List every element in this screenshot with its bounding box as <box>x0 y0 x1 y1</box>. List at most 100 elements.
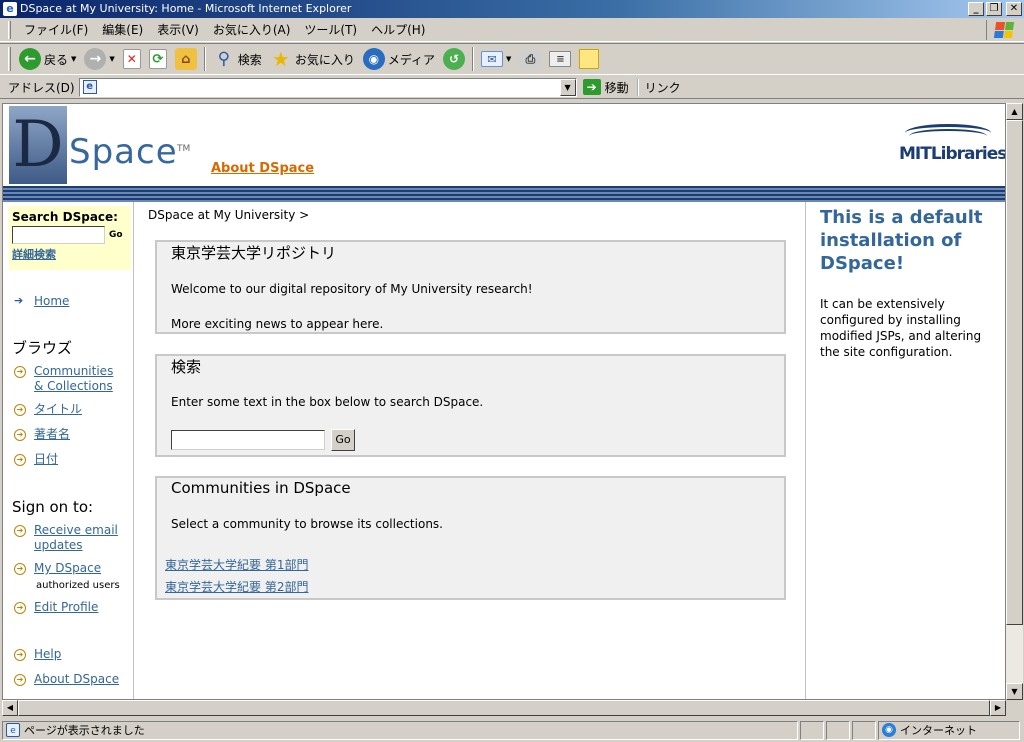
scroll-up-icon[interactable]: ▲ <box>1006 103 1023 120</box>
horizontal-scrollbar[interactable]: ◀ ▶ <box>2 700 1006 716</box>
stop-button[interactable]: ✕ <box>119 45 145 73</box>
page-done-icon: e <box>6 723 20 737</box>
close-button[interactable]: ✕ <box>1006 2 1022 16</box>
date-link[interactable]: 日付 <box>34 452 58 467</box>
vertical-scroll-thumb[interactable] <box>1006 120 1023 625</box>
community-link[interactable]: 東京学芸大学紀要 第2部門 <box>165 578 308 595</box>
home-link[interactable]: Home <box>34 294 69 309</box>
sidebar-item-help[interactable]: ➔ Help <box>14 647 61 662</box>
bullet-arrow-icon: ➔ <box>14 602 26 614</box>
browser-window: e DSpace at My University: Home - Micros… <box>0 0 1024 742</box>
title-bar: e DSpace at My University: Home - Micros… <box>0 0 1024 18</box>
favorites-button[interactable]: ★ お気に入り <box>266 45 359 73</box>
menu-help[interactable]: ヘルプ(H) <box>364 19 432 40</box>
communities-instructions: Select a community to browse its collect… <box>171 517 443 531</box>
forward-button[interactable]: → ▼ <box>80 45 118 73</box>
history-button[interactable]: ↺ <box>439 45 469 73</box>
search-box: 検索 Enter some text in the box below to s… <box>155 354 786 457</box>
sidebar-item-author[interactable]: ➔ 著者名 <box>14 427 70 442</box>
menu-edit[interactable]: 編集(E) <box>95 19 150 40</box>
mail-dropdown-icon[interactable]: ▼ <box>506 55 511 63</box>
maximize-button[interactable]: ❐ <box>986 2 1002 16</box>
communities-link[interactable]: Communities & Collections <box>34 364 124 394</box>
sidebar-item-communities[interactable]: ➔ Communities & Collections <box>14 364 124 394</box>
breadcrumb[interactable]: DSpace at My University > <box>148 208 309 222</box>
status-pane <box>826 720 850 740</box>
edit-profile-link[interactable]: Edit Profile <box>34 600 98 615</box>
address-dropdown-icon[interactable]: ▼ <box>559 78 576 96</box>
back-button[interactable]: ← 戻る ▼ <box>15 45 80 73</box>
dspace-logo-text[interactable]: Space <box>69 132 178 172</box>
header-stripes <box>3 186 1005 202</box>
forward-dropdown-icon[interactable]: ▼ <box>109 55 114 63</box>
main-search-go-button[interactable]: Go <box>331 429 355 451</box>
menu-bar: ファイル(F) 編集(E) 表示(V) お気に入り(A) ツール(T) ヘルプ(… <box>0 18 1024 42</box>
title-link[interactable]: タイトル <box>34 402 82 417</box>
about-dspace-link[interactable]: About DSpace <box>34 672 119 687</box>
menu-favorites[interactable]: お気に入り(A) <box>206 19 298 40</box>
news-title: 東京学芸大学リポジトリ <box>171 244 337 262</box>
search-icon: ⚲ <box>217 49 231 69</box>
address-input[interactable]: e ▼ <box>78 77 577 97</box>
bullet-arrow-icon: ➔ <box>14 454 26 466</box>
communities-title: Communities in DSpace <box>171 479 351 497</box>
address-go-button[interactable]: ➔ 移動 <box>582 79 629 96</box>
address-bar: アドレス(D) e ▼ ➔ 移動 リンク <box>0 76 1024 99</box>
search-button[interactable]: ⚲ 検索 <box>209 45 266 73</box>
note-icon <box>579 49 600 69</box>
scroll-down-icon[interactable]: ▼ <box>1006 683 1023 700</box>
sidebar-go-button[interactable]: Go <box>109 230 123 240</box>
vertical-scrollbar[interactable]: ▲ ▼ <box>1006 103 1023 700</box>
sidebar-item-about[interactable]: ➔ About DSpace <box>14 672 119 687</box>
media-label: メディア <box>387 52 435 67</box>
sidebar-item-home[interactable]: ➔ Home <box>14 294 69 309</box>
horizontal-scroll-thumb[interactable] <box>18 700 990 716</box>
help-link[interactable]: Help <box>34 647 61 662</box>
mail-button[interactable]: ✉ ▼ <box>477 45 515 73</box>
about-dspace-header-link[interactable]: About DSpace <box>211 161 314 176</box>
receive-email-link[interactable]: Receive email updates <box>34 523 126 553</box>
home-button[interactable]: ⌂ <box>171 45 201 73</box>
advanced-search-link[interactable]: 詳細検索 <box>12 246 128 262</box>
menu-file[interactable]: ファイル(F) <box>17 19 95 40</box>
refresh-button[interactable]: ⟳ <box>145 45 171 73</box>
zone-text: インターネット <box>900 724 977 737</box>
edit-button[interactable]: ≡ <box>545 45 575 73</box>
messenger-button[interactable] <box>575 45 603 73</box>
dspace-logo-d[interactable]: D <box>9 106 67 184</box>
bullet-arrow-icon: ➔ <box>14 649 26 661</box>
scroll-left-icon[interactable]: ◀ <box>2 700 18 716</box>
scroll-right-icon[interactable]: ▶ <box>990 700 1006 716</box>
star-icon: ★ <box>271 47 290 71</box>
dspace-logo-tm: TM <box>177 144 191 154</box>
bullet-arrow-icon: ➔ <box>14 404 26 416</box>
page-icon: e <box>82 80 97 94</box>
sidebar-item-edit-profile[interactable]: ➔ Edit Profile <box>14 600 98 615</box>
forward-arrow-icon: → <box>84 48 107 70</box>
sidebar-item-title[interactable]: ➔ タイトル <box>14 402 82 417</box>
my-dspace-link[interactable]: My DSpace <box>34 561 101 576</box>
back-dropdown-icon[interactable]: ▼ <box>71 55 76 63</box>
sidebar-item-my-dspace[interactable]: ➔ My DSpace <box>14 561 101 576</box>
community-link[interactable]: 東京学芸大学紀要 第1部門 <box>165 556 308 573</box>
arrow-right-icon: ➔ <box>14 294 24 307</box>
bullet-arrow-icon: ➔ <box>14 563 26 575</box>
media-button[interactable]: ◉ メディア <box>359 45 439 73</box>
right-sidebar: This is a default installation of DSpace… <box>805 202 1005 699</box>
minimize-button[interactable]: _ <box>968 2 984 16</box>
communities-box: Communities in DSpace Select a community… <box>155 476 786 600</box>
mit-libraries-logo[interactable]: MITLibraries <box>899 124 1005 168</box>
links-button[interactable]: リンク <box>636 78 681 96</box>
internet-globe-icon: ◉ <box>882 723 896 737</box>
search-title: 検索 <box>171 358 202 376</box>
toolbar-grip <box>8 47 11 71</box>
menu-view[interactable]: 表示(V) <box>150 19 206 40</box>
ie-icon: e <box>3 2 17 16</box>
sidebar-item-date[interactable]: ➔ 日付 <box>14 452 58 467</box>
author-link[interactable]: 著者名 <box>34 427 70 442</box>
main-search-input[interactable] <box>171 430 325 450</box>
sidebar-item-receive-email[interactable]: ➔ Receive email updates <box>14 523 126 553</box>
menu-tools[interactable]: ツール(T) <box>297 19 364 40</box>
print-button[interactable]: ⎙ <box>515 45 545 73</box>
sidebar-search-input[interactable] <box>12 226 105 244</box>
